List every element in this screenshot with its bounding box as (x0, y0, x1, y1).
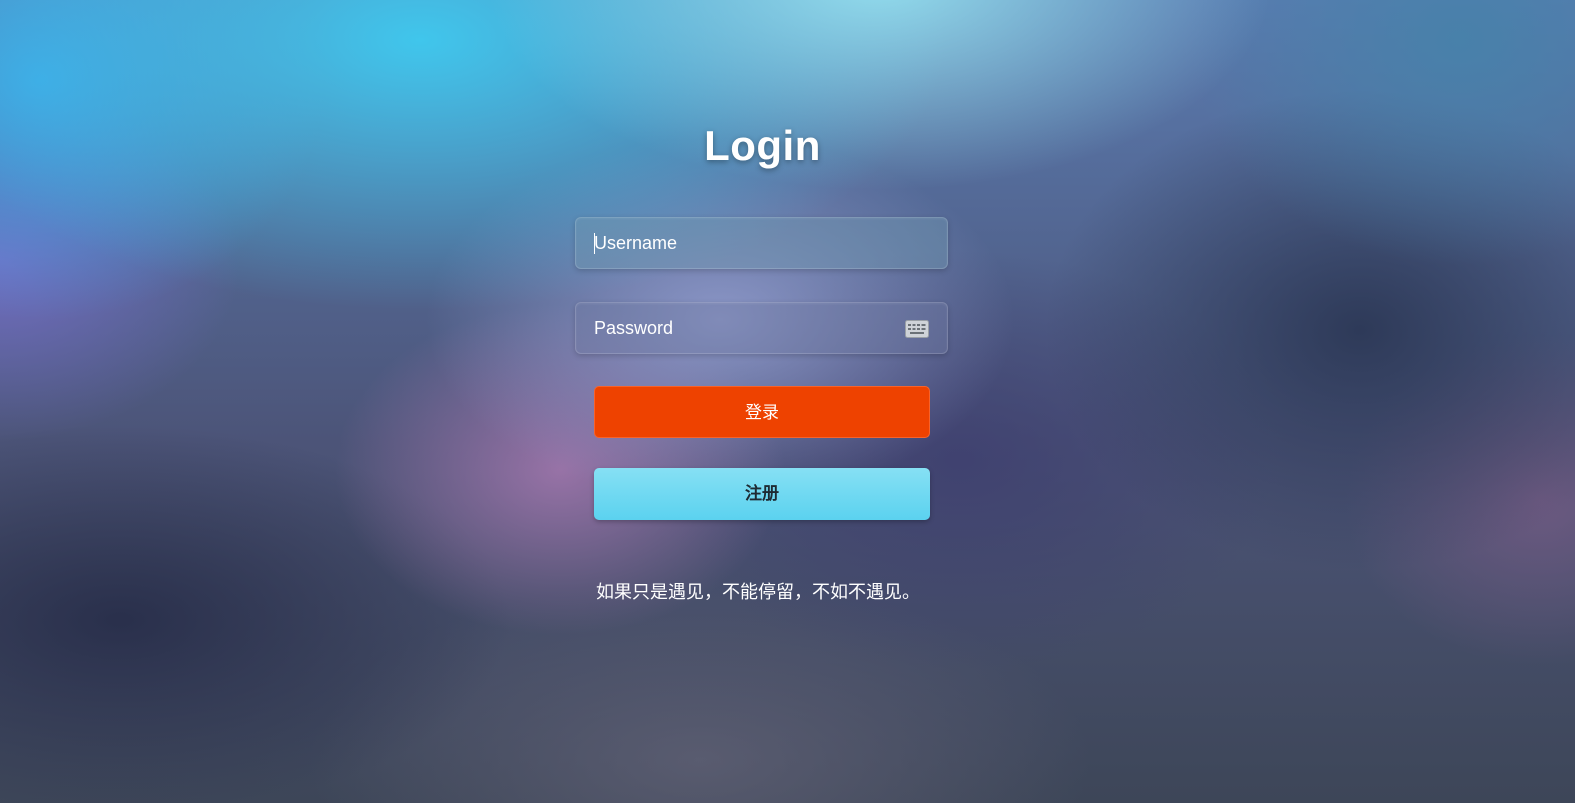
footer-quote: 如果只是遇见，不能停留，不如不遇见。 (596, 582, 920, 603)
password-placeholder: Password (594, 318, 674, 338)
username-field[interactable]: Username (575, 217, 948, 269)
login-button[interactable]: 登录 (594, 386, 930, 438)
background: Login Username Password 登录 注册 如果只是遇见，不能停… (0, 0, 1575, 803)
password-field[interactable]: Password (575, 302, 948, 354)
keyboard-icon[interactable] (905, 320, 929, 338)
username-placeholder: Username (594, 233, 678, 253)
register-button[interactable]: 注册 (594, 468, 930, 520)
page-title: Login (704, 122, 821, 169)
